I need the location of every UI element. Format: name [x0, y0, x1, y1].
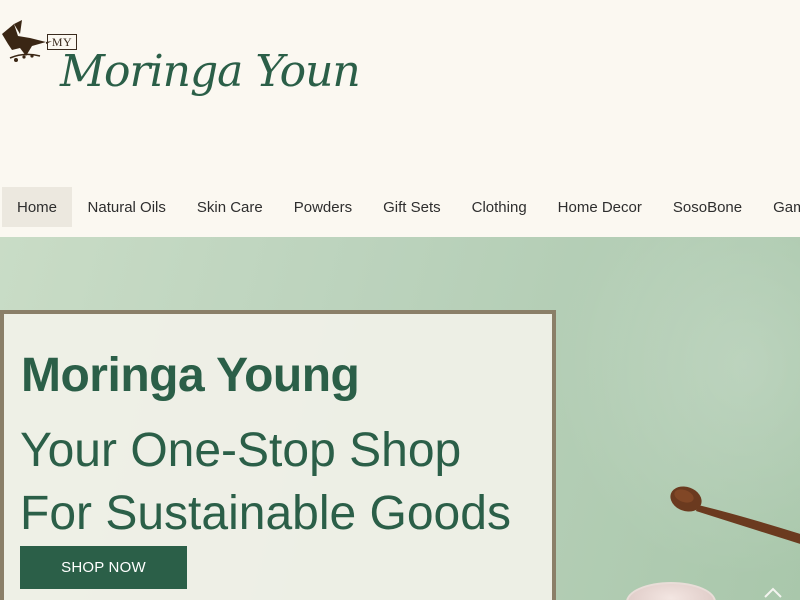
- site-header: MY Moringa Young: [0, 0, 800, 187]
- nav-item-sosobone[interactable]: SosoBone: [657, 187, 757, 227]
- wooden-spoon-image: [670, 486, 800, 544]
- chevron-icon: [764, 587, 782, 598]
- nav-item-skin-care[interactable]: Skin Care: [181, 187, 278, 227]
- svg-text:Moringa Young: Moringa Young: [59, 46, 361, 97]
- hero-title: Moringa Young: [21, 349, 360, 402]
- nav-item-natural-oils[interactable]: Natural Oils: [72, 187, 181, 227]
- page: MY Moringa Young Home Natural Oils Skin …: [0, 0, 800, 600]
- hero-tagline-line2: For Sustainable Goods: [20, 487, 511, 540]
- nav-spacer: [0, 227, 800, 237]
- hero-tagline: Your One-Stop Shop For Sustainable Goods: [20, 419, 550, 545]
- hero-tagline-line1: Your One-Stop Shop: [20, 424, 462, 477]
- nav-item-home[interactable]: Home: [2, 187, 73, 227]
- logo-wordmark: Moringa Young: [59, 46, 361, 97]
- hero-card: Moringa Young Your One-Stop Shop For Sus…: [0, 310, 556, 600]
- shop-now-button[interactable]: SHOP NOW: [20, 546, 187, 589]
- nav-item-gift-sets[interactable]: Gift Sets: [368, 187, 457, 227]
- nav-item-home-decor[interactable]: Home Decor: [542, 187, 657, 227]
- site-logo[interactable]: MY Moringa Young: [0, 18, 361, 108]
- hero-banner: Moringa Young Your One-Stop Shop For Sus…: [0, 237, 800, 600]
- main-nav: Home Natural Oils Skin Care Powders Gift…: [0, 187, 800, 227]
- nav-item-clothing[interactable]: Clothing: [456, 187, 542, 227]
- nav-item-games[interactable]: Gam: [758, 187, 800, 227]
- hummingbird-icon: [2, 20, 52, 62]
- nav-item-powders[interactable]: Powders: [278, 187, 367, 227]
